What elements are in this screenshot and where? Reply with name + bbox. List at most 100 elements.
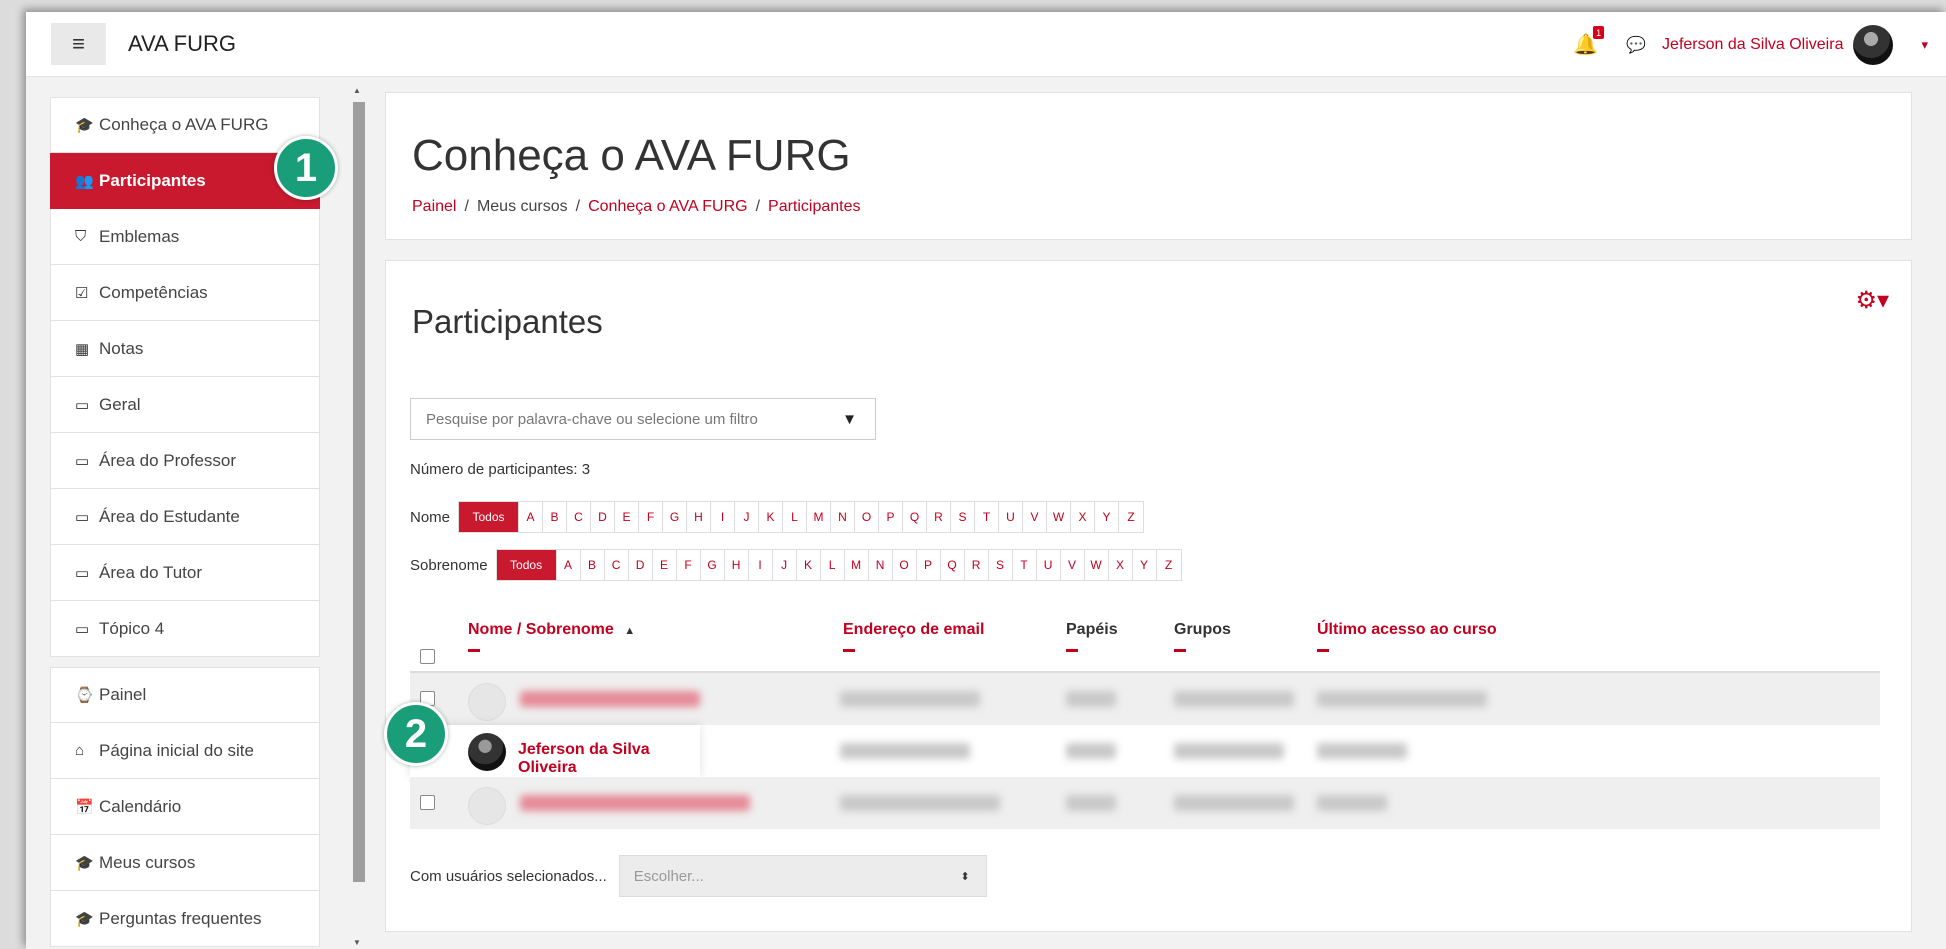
sidebar-item-página-inicial-do-site[interactable]: ⌂ Página inicial do site: [50, 723, 320, 779]
last-name-letter-i[interactable]: I: [749, 550, 773, 580]
bulk-action-select[interactable]: Escolher... ⬍: [618, 855, 987, 897]
table-row: [410, 673, 1880, 725]
last-name-letter-q[interactable]: Q: [941, 550, 965, 580]
sidebar-item-notas[interactable]: ▦ Notas: [50, 321, 320, 377]
last-name-letter-r[interactable]: R: [965, 550, 989, 580]
first-name-letter-f[interactable]: F: [639, 502, 664, 532]
last-name-letter-t[interactable]: T: [1013, 550, 1037, 580]
last-name-letter-y[interactable]: Y: [1133, 550, 1157, 580]
first-name-letter-u[interactable]: U: [999, 502, 1024, 532]
sidebar-item-label: Página inicial do site: [99, 740, 254, 760]
first-name-letter-a[interactable]: A: [519, 502, 544, 532]
first-name-letter-l[interactable]: L: [783, 502, 808, 532]
first-name-letter-x[interactable]: X: [1071, 502, 1096, 532]
first-name-letter-o[interactable]: O: [855, 502, 880, 532]
user-menu-caret-icon[interactable]: ▾: [1921, 37, 1928, 53]
first-name-letter-s[interactable]: S: [951, 502, 976, 532]
breadcrumb-course[interactable]: Conheça o AVA FURG: [588, 198, 747, 216]
first-name-letter-z[interactable]: Z: [1119, 502, 1143, 532]
hide-column-icon[interactable]: [843, 649, 855, 652]
user-name[interactable]: Jeferson da Silva Oliveira: [1662, 36, 1843, 54]
column-email[interactable]: Endereço de email: [843, 621, 984, 652]
first-name-letter-t[interactable]: T: [975, 502, 1000, 532]
hide-column-icon[interactable]: [1317, 649, 1329, 652]
select-all-checkbox[interactable]: [420, 649, 435, 664]
sidebar-scrollbar[interactable]: ▲ ▼: [352, 82, 366, 949]
last-name-letter-x[interactable]: X: [1109, 550, 1133, 580]
first-name-letter-y[interactable]: Y: [1095, 502, 1120, 532]
first-name-letter-g[interactable]: G: [663, 502, 688, 532]
sidebar-item-área-do-professor[interactable]: ▭ Área do Professor: [50, 433, 320, 489]
first-name-letter-j[interactable]: J: [735, 502, 760, 532]
last-name-letter-p[interactable]: P: [917, 550, 941, 580]
sidebar-item-geral[interactable]: ▭ Geral: [50, 377, 320, 433]
sidebar-item-emblemas[interactable]: ⛉ Emblemas: [50, 209, 320, 265]
first-name-letter-w[interactable]: W: [1047, 502, 1072, 532]
last-name-letter-h[interactable]: H: [725, 550, 749, 580]
breadcrumb-painel[interactable]: Painel: [412, 198, 456, 216]
sidebar-item-perguntas-frequentes[interactable]: 🎓 Perguntas frequentes: [50, 891, 320, 947]
last-name-letter-j[interactable]: J: [773, 550, 797, 580]
last-name-letter-g[interactable]: G: [701, 550, 725, 580]
first-name-letter-n[interactable]: N: [831, 502, 856, 532]
notification-bell-icon[interactable]: 🔔 1: [1573, 26, 1605, 57]
sidebar-item-calendário[interactable]: 📅 Calendário: [50, 779, 320, 835]
last-name-letter-o[interactable]: O: [893, 550, 917, 580]
last-name-todos-button[interactable]: Todos: [496, 550, 557, 580]
sidebar-item-competências[interactable]: ☑ Competências: [50, 265, 320, 321]
last-name-letter-z[interactable]: Z: [1157, 550, 1181, 580]
row-checkbox[interactable]: [420, 795, 435, 810]
scrollbar-thumb[interactable]: [353, 102, 365, 882]
blurred-last-access: [1317, 691, 1487, 707]
sidebar-item-área-do-tutor[interactable]: ▭ Área do Tutor: [50, 545, 320, 601]
last-name-letter-e[interactable]: E: [653, 550, 677, 580]
last-name-letter-n[interactable]: N: [869, 550, 893, 580]
last-name-letter-a[interactable]: A: [557, 550, 581, 580]
last-name-letter-m[interactable]: M: [845, 550, 869, 580]
participant-filter-select[interactable]: Pesquise por palavra-chave ou selecione …: [410, 398, 876, 440]
hamburger-menu-icon[interactable]: ≡: [51, 23, 106, 65]
last-name-letter-c[interactable]: C: [605, 550, 629, 580]
last-name-letter-b[interactable]: B: [581, 550, 605, 580]
last-name-letter-v[interactable]: V: [1061, 550, 1085, 580]
last-name-letter-u[interactable]: U: [1037, 550, 1061, 580]
site-name[interactable]: AVA FURG: [128, 31, 236, 57]
gear-icon[interactable]: ⚙▾: [1855, 286, 1889, 315]
scroll-down-icon[interactable]: ▼: [353, 938, 361, 947]
sidebar-item-painel[interactable]: ⌚ Painel: [50, 667, 320, 723]
sidebar-item-tópico-4[interactable]: ▭ Tópico 4: [50, 601, 320, 657]
first-name-letter-v[interactable]: V: [1023, 502, 1048, 532]
last-name-letter-l[interactable]: L: [821, 550, 845, 580]
first-name-letter-r[interactable]: R: [927, 502, 952, 532]
user-avatar[interactable]: [1853, 24, 1894, 65]
first-name-letter-h[interactable]: H: [687, 502, 712, 532]
hide-column-icon[interactable]: [468, 649, 480, 652]
filter-placeholder: Pesquise por palavra-chave ou selecione …: [426, 410, 758, 428]
first-name-letter-q[interactable]: Q: [903, 502, 928, 532]
first-name-todos-button[interactable]: Todos: [459, 502, 520, 532]
messages-icon[interactable]: 💬: [1626, 35, 1646, 55]
first-name-letter-d[interactable]: D: [591, 502, 616, 532]
sidebar-item-área-do-estudante[interactable]: ▭ Área do Estudante: [50, 489, 320, 545]
hide-column-icon[interactable]: [1066, 649, 1078, 652]
last-name-letter-w[interactable]: W: [1085, 550, 1109, 580]
sidebar-item-conheça-o-ava-furg[interactable]: 🎓 Conheça o AVA FURG: [50, 97, 320, 153]
last-name-letter-k[interactable]: K: [797, 550, 821, 580]
first-name-letter-m[interactable]: M: [807, 502, 832, 532]
first-name-letter-e[interactable]: E: [615, 502, 640, 532]
first-name-letter-p[interactable]: P: [879, 502, 904, 532]
column-last-access[interactable]: Último acesso ao curso: [1317, 621, 1497, 652]
first-name-letter-i[interactable]: I: [711, 502, 736, 532]
hide-column-icon[interactable]: [1174, 649, 1186, 652]
first-name-letter-k[interactable]: K: [759, 502, 784, 532]
first-name-letter-c[interactable]: C: [567, 502, 592, 532]
column-name[interactable]: Nome / Sobrenome ▲: [468, 621, 635, 652]
last-name-letter-d[interactable]: D: [629, 550, 653, 580]
participant-name-link[interactable]: Jeferson da Silva Oliveira: [518, 741, 700, 777]
breadcrumb-participantes[interactable]: Participantes: [768, 198, 861, 216]
last-name-letter-s[interactable]: S: [989, 550, 1013, 580]
sidebar-item-meus-cursos[interactable]: 🎓 Meus cursos: [50, 835, 320, 891]
last-name-letter-f[interactable]: F: [677, 550, 701, 580]
scroll-up-icon[interactable]: ▲: [353, 86, 361, 95]
first-name-letter-b[interactable]: B: [543, 502, 568, 532]
